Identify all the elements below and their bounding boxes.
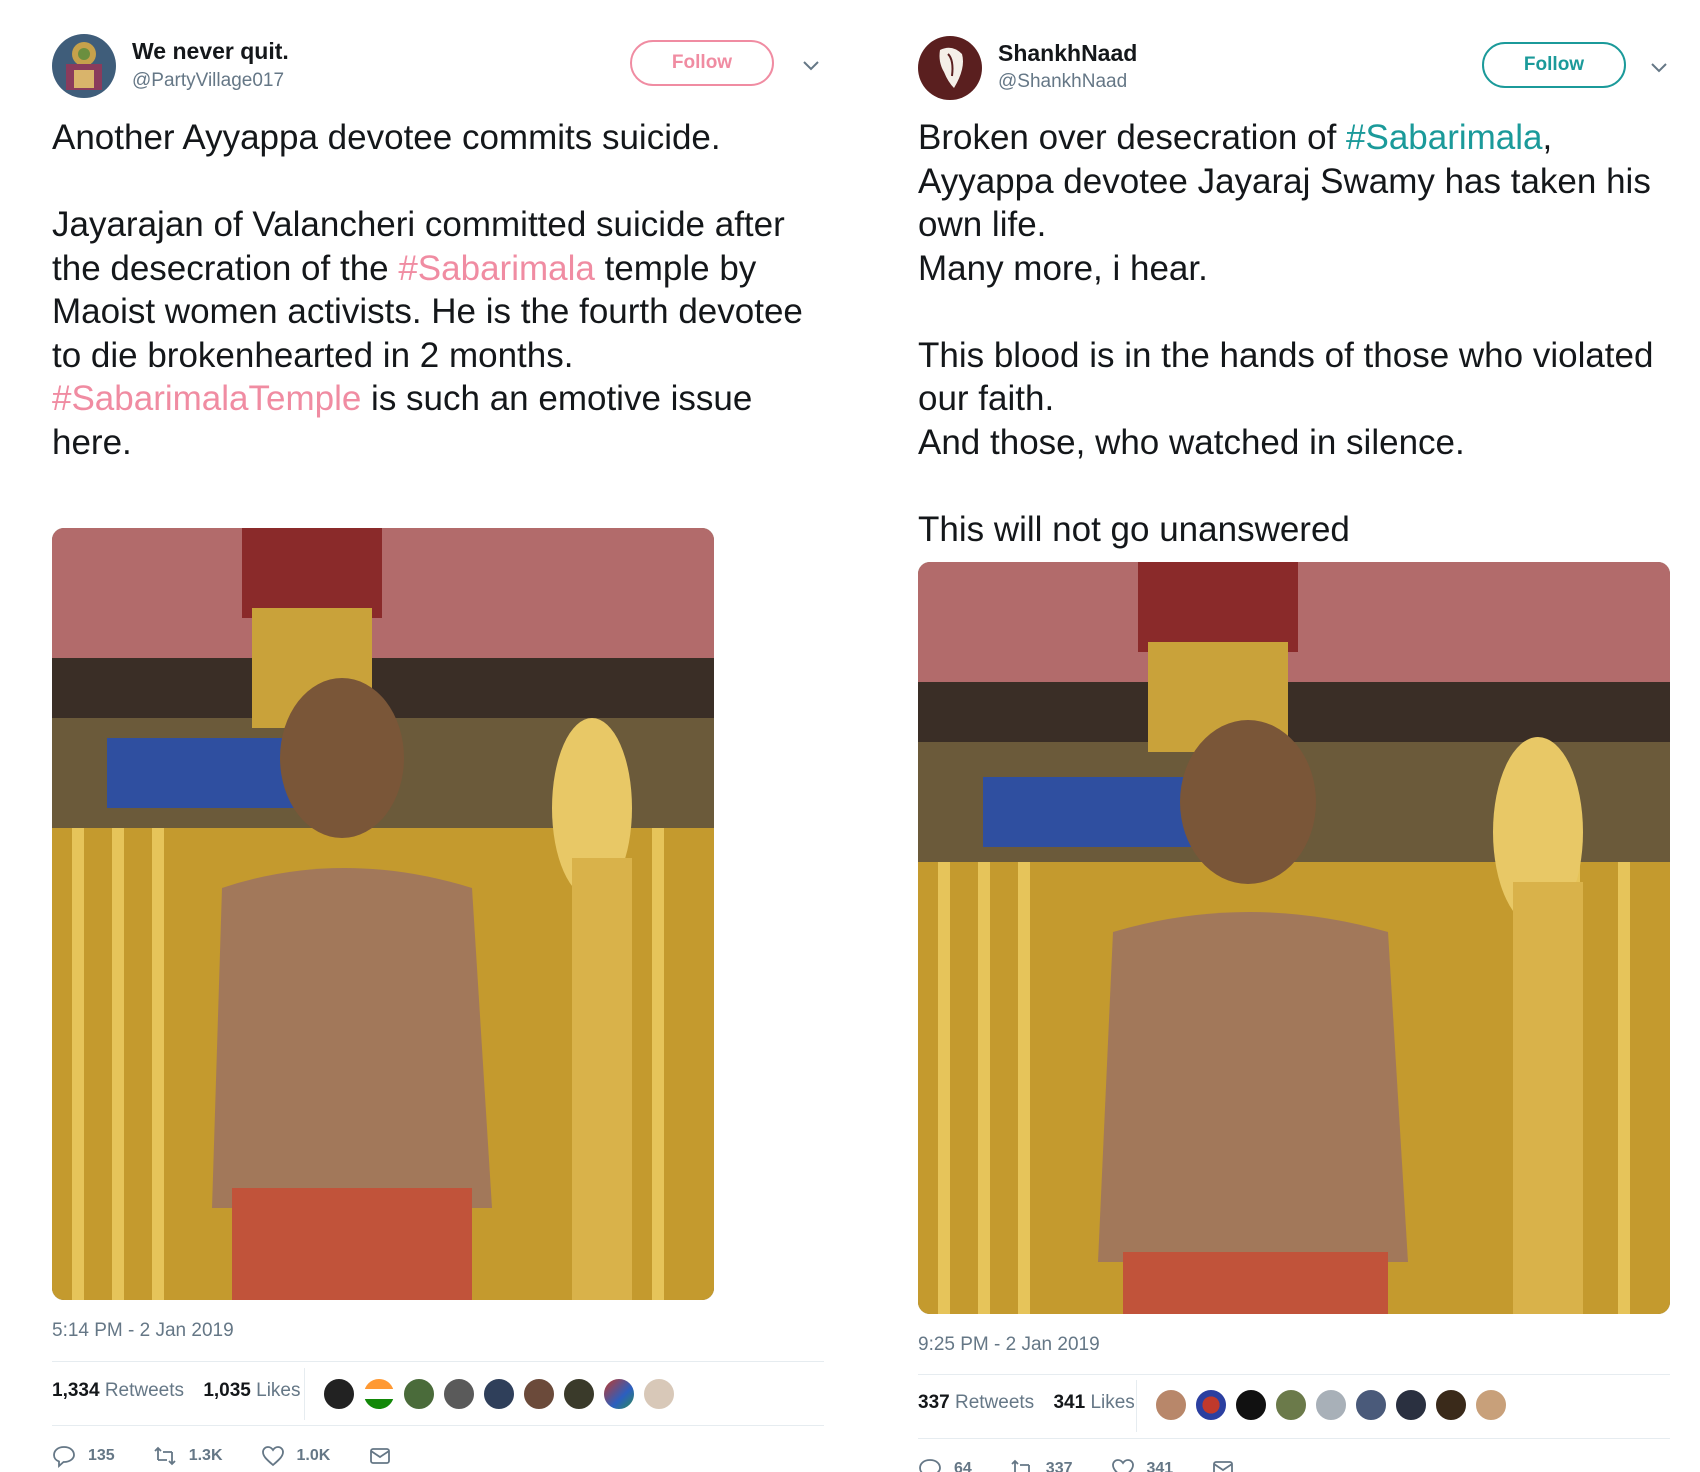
reply-action[interactable]: 64 [918,1457,972,1472]
avatar[interactable] [602,1377,636,1411]
reply-count: 64 [954,1460,972,1472]
likes-label: Likes [1090,1392,1135,1413]
retweets-label: Retweets [954,1392,1035,1413]
tweet-timestamp[interactable]: 9:25 PM - 2 Jan 2019 [918,1334,1100,1356]
avatar[interactable] [52,34,116,98]
tweet-text: Another Ayyappa devotee commits suicide.… [52,116,824,464]
retweet-icon [154,1446,176,1466]
tweet-photo[interactable] [918,562,1670,1314]
reply-icon [53,1446,75,1468]
divider [918,1438,1670,1439]
retweet-count: 337 [1045,1460,1073,1472]
divider [52,1425,824,1426]
display-name[interactable]: ShankhNaad [998,40,1137,67]
likes-label: Likes [256,1380,301,1401]
retweet-icon [1011,1459,1030,1472]
chevron-down-icon[interactable] [1648,56,1670,78]
avatar[interactable] [362,1377,396,1411]
avatar[interactable] [1314,1388,1348,1422]
avatar[interactable] [1274,1388,1308,1422]
avatar[interactable] [1394,1388,1428,1422]
likes-stat[interactable]: 341 Likes [1053,1392,1134,1413]
tweet-text-part: , Ayyappa devotee Jayaraj Swamy has take… [918,118,1654,549]
avatar[interactable] [642,1377,676,1411]
avatar[interactable] [562,1377,596,1411]
retweets-count: 337 [918,1392,950,1413]
hashtag-link[interactable]: #Sabarimala [1346,118,1543,157]
likes-stat[interactable]: 1,035 Likes [203,1380,300,1401]
hashtag-link[interactable]: #Sabarimala [398,249,595,288]
like-action[interactable]: 1.0K [261,1444,331,1468]
chevron-down-icon[interactable] [800,54,822,76]
divider [1136,1380,1137,1432]
avatar[interactable] [1194,1388,1228,1422]
likes-count: 1,035 [203,1380,251,1401]
avatar[interactable] [1474,1388,1508,1422]
divider [304,1368,305,1420]
action-bar: 135 1.3K 1.0K [52,1444,442,1468]
avatar[interactable] [522,1377,556,1411]
retweets-label: Retweets [104,1380,185,1401]
envelope-icon [1213,1461,1234,1472]
retweets-count: 1,334 [52,1380,100,1401]
hashtag-link[interactable]: #SabarimalaTemple [52,379,361,418]
engagement-stats: 337 Retweets 341 Likes [918,1392,1149,1414]
like-count: 341 [1146,1460,1174,1472]
avatar[interactable] [442,1377,476,1411]
avatar[interactable] [402,1377,436,1411]
avatar[interactable] [322,1377,356,1411]
engagement-stats: 1,334 Retweets 1,035 Likes [52,1380,315,1402]
avatar[interactable] [482,1377,516,1411]
follow-button[interactable]: Follow [1482,42,1626,88]
avatar[interactable] [1434,1388,1468,1422]
divider [52,1361,824,1362]
envelope-icon [370,1448,391,1464]
action-bar: 64 337 341 [918,1457,1285,1472]
reply-count: 135 [88,1447,115,1464]
retweet-action[interactable]: 337 [1010,1457,1073,1472]
avatar[interactable] [1154,1388,1188,1422]
user-handle[interactable]: @PartyVillage017 [132,70,284,92]
follow-button[interactable]: Follow [630,40,774,86]
tweet-timestamp[interactable]: 5:14 PM - 2 Jan 2019 [52,1320,234,1342]
divider [918,1374,1670,1375]
tweet-text: Broken over desecration of #Sabarimala, … [918,116,1670,551]
liker-avatars [1154,1388,1508,1422]
message-action[interactable] [368,1444,404,1468]
retweet-action[interactable]: 1.3K [153,1444,223,1468]
like-count: 1.0K [296,1447,331,1464]
tweet-header: We never quit. @PartyVillage017 Follow [52,0,824,108]
heart-icon [261,1446,284,1467]
heart-icon [1111,1459,1134,1472]
tweet-header: ShankhNaad @ShankhNaad Follow [918,0,1670,108]
tweet-text-part: Broken over desecration of [918,118,1347,157]
user-handle[interactable]: @ShankhNaad [998,71,1127,93]
display-name[interactable]: We never quit. [132,38,289,65]
retweets-stat[interactable]: 1,334 Retweets [52,1380,184,1401]
avatar[interactable] [1234,1388,1268,1422]
avatar[interactable] [918,36,982,100]
tweet-card: We never quit. @PartyVillage017 Follow A… [52,0,824,1468]
avatar[interactable] [1354,1388,1388,1422]
reply-icon [919,1459,941,1472]
likes-count: 341 [1053,1392,1086,1413]
like-action[interactable]: 341 [1111,1457,1174,1472]
tweet-photo[interactable] [52,528,714,1300]
message-action[interactable] [1211,1457,1247,1472]
liker-avatars [322,1377,676,1411]
retweet-count: 1.3K [188,1447,223,1464]
retweets-stat[interactable]: 337 Retweets [918,1392,1034,1413]
reply-action[interactable]: 135 [52,1444,115,1468]
tweet-card: ShankhNaad @ShankhNaad Follow Broken ove… [918,0,1670,1472]
